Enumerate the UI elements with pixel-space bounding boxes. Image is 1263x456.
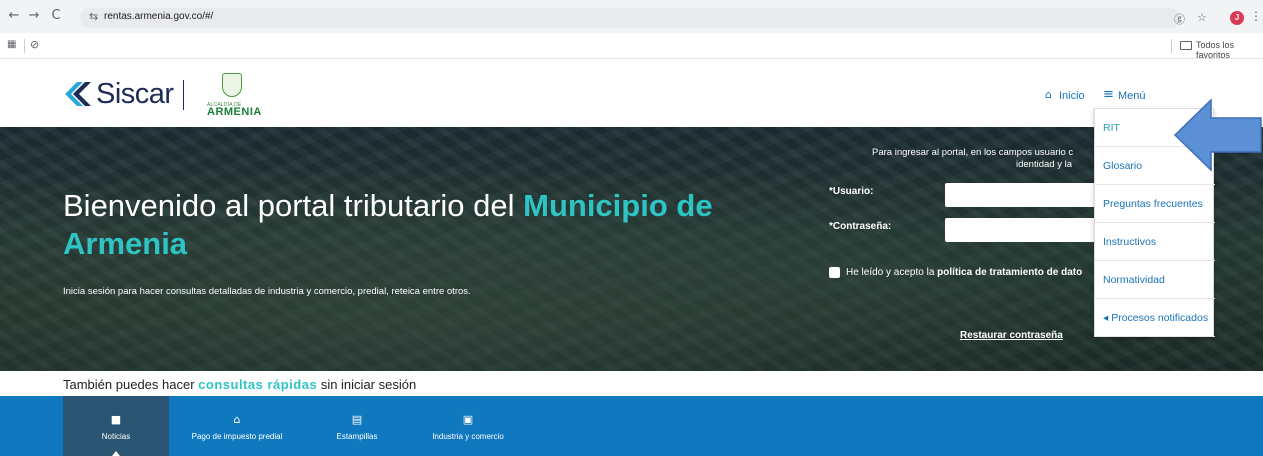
login-intro-line2: identidad y la [1016, 159, 1072, 170]
page: ← → C ⇆ rentas.armenia.gov.co/#/ ⓖ ☆ J ⋮… [0, 0, 1263, 456]
browser-toolbar: ← → C ⇆ rentas.armenia.gov.co/#/ ⓖ ☆ J ⋮ [0, 0, 1263, 33]
terms-label: He leído y acepto la política de tratami… [846, 267, 1082, 278]
store-icon: ▣ [462, 413, 474, 426]
profile-avatar[interactable]: J [1230, 11, 1244, 25]
armenia-crest-icon [222, 73, 242, 97]
site-info-icon[interactable]: ⇆ [89, 10, 98, 23]
menu-item-preguntas-frecuentes[interactable]: Preguntas frecuentes [1095, 185, 1215, 223]
back-icon[interactable]: ← [5, 7, 23, 25]
all-bookmarks-link[interactable]: Todos los favoritos [1196, 40, 1263, 60]
username-label: *Usuario: [829, 186, 874, 197]
restore-password-link[interactable]: Restaurar contraseña [960, 330, 1063, 341]
terms-prefix: He leído y acepto la [846, 267, 938, 278]
video-icon: ■ [110, 413, 122, 426]
privacy-policy-link[interactable]: política de tratamiento de dato [937, 267, 1082, 278]
apps-icon[interactable]: ▦ [7, 39, 16, 50]
folder-icon [1180, 41, 1192, 50]
browser-menu-icon[interactable]: ⋮ [1250, 9, 1262, 23]
password-input[interactable] [945, 218, 1105, 242]
brand-name[interactable]: Siscar [96, 78, 174, 111]
nav-home-link[interactable]: Inicio [1059, 90, 1085, 102]
bookmarks-divider [24, 39, 25, 53]
siscar-logo-icon[interactable] [63, 80, 93, 108]
forward-icon[interactable]: → [25, 7, 43, 25]
quick-prefix: También puedes hacer [63, 377, 199, 392]
tab-label: Industria y comercio [432, 432, 504, 441]
quick-queries-heading: También puedes hacer consultas rápidas s… [63, 377, 416, 392]
bookmarks-bar: ▦ ⊘ Todos los favoritos [0, 33, 1263, 60]
tab-estampillas[interactable]: ▤ Estampillas [305, 396, 409, 456]
translate-icon[interactable]: ⓖ [1174, 11, 1185, 27]
hero-title-text: Bienvenido al portal tributario del [63, 188, 524, 223]
menu-item-instructivos[interactable]: Instructivos [1095, 223, 1215, 261]
url-text[interactable]: rentas.armenia.gov.co/#/ [104, 11, 213, 22]
menu-item-procesos-notificados[interactable]: ◂ Procesos notificados [1095, 299, 1215, 337]
username-input[interactable] [945, 183, 1105, 207]
hamburger-icon[interactable]: ≡ [1103, 87, 1114, 102]
bookmarks-divider [1171, 39, 1172, 53]
quick-suffix: sin iniciar sesión [317, 377, 417, 392]
menu-item-normatividad[interactable]: Normatividad [1095, 261, 1215, 299]
annotation-arrow-icon [1173, 98, 1262, 172]
hero-banner: Bienvenido al portal tributario del Muni… [0, 127, 1263, 371]
quick-queries-bar: ■ Noticias ⌂ Pago de impuesto predial ▤ … [0, 396, 1263, 456]
home-icon: ⌂ [233, 413, 241, 426]
tab-label: Noticias [101, 432, 131, 441]
globe-icon[interactable]: ⊘ [30, 38, 39, 51]
nav-menu-link[interactable]: Menú [1118, 90, 1146, 102]
logo-divider [183, 80, 184, 110]
site-header: Siscar ALCALDÍA DE ARMENIA ⌂ Inicio ≡ Me… [0, 60, 1263, 127]
hero-subtitle: Inicia sesión para hacer consultas detal… [63, 286, 471, 297]
tab-industria-comercio[interactable]: ▣ Industria y comercio [409, 396, 527, 456]
tab-noticias[interactable]: ■ Noticias [63, 396, 169, 456]
tab-label: Estampillas [336, 432, 378, 441]
home-icon[interactable]: ⌂ [1045, 88, 1052, 101]
document-icon: ▤ [351, 413, 363, 426]
bookmark-star-icon[interactable]: ☆ [1197, 11, 1207, 24]
terms-checkbox[interactable] [829, 267, 840, 278]
hero-title: Bienvenido al portal tributario del Muni… [63, 187, 783, 263]
tab-label: Pago de impuesto predial [191, 432, 283, 441]
tab-pago-impuesto-predial[interactable]: ⌂ Pago de impuesto predial [169, 396, 305, 456]
active-tab-caret [112, 451, 120, 456]
reload-icon[interactable]: C [47, 7, 65, 25]
login-intro: Para ingresar al portal, en los campos u… [872, 147, 1074, 158]
address-bar[interactable] [80, 8, 1180, 28]
password-label: *Contraseña: [829, 221, 892, 232]
armenia-logo[interactable]: ARMENIA [207, 106, 262, 118]
quick-accent: consultas rápidas [198, 377, 318, 392]
